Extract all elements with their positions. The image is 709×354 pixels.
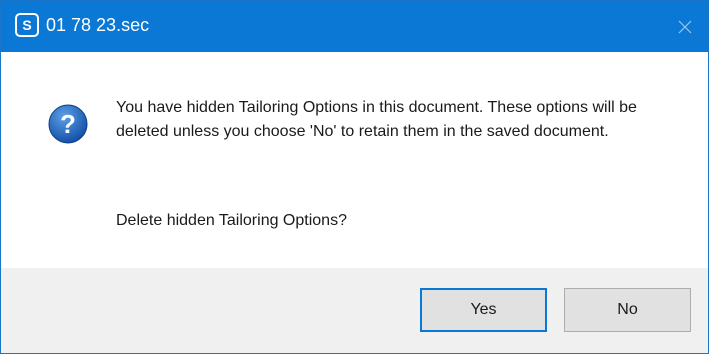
spec-app-icon: S [15, 13, 39, 37]
svg-text:S: S [22, 17, 31, 33]
message-dialog: S 01 78 23.sec ? You have hidden Tailori… [0, 0, 709, 354]
no-button[interactable]: No [564, 288, 691, 332]
dialog-message: You have hidden Tailoring Options in thi… [116, 96, 686, 144]
close-button[interactable] [662, 1, 708, 52]
dialog-content: ? You have hidden Tailoring Options in t… [1, 52, 708, 268]
message-body: You have hidden Tailoring Options in thi… [116, 99, 637, 140]
dialog-prompt: Delete hidden Tailoring Options? [116, 212, 347, 229]
close-icon [678, 20, 692, 34]
button-bar: Yes No [1, 268, 708, 353]
question-icon: ? [48, 104, 88, 144]
yes-button[interactable]: Yes [420, 288, 547, 332]
title-bar[interactable]: S 01 78 23.sec [1, 1, 708, 52]
window-title: 01 78 23.sec [46, 15, 150, 35]
svg-text:?: ? [60, 109, 76, 139]
